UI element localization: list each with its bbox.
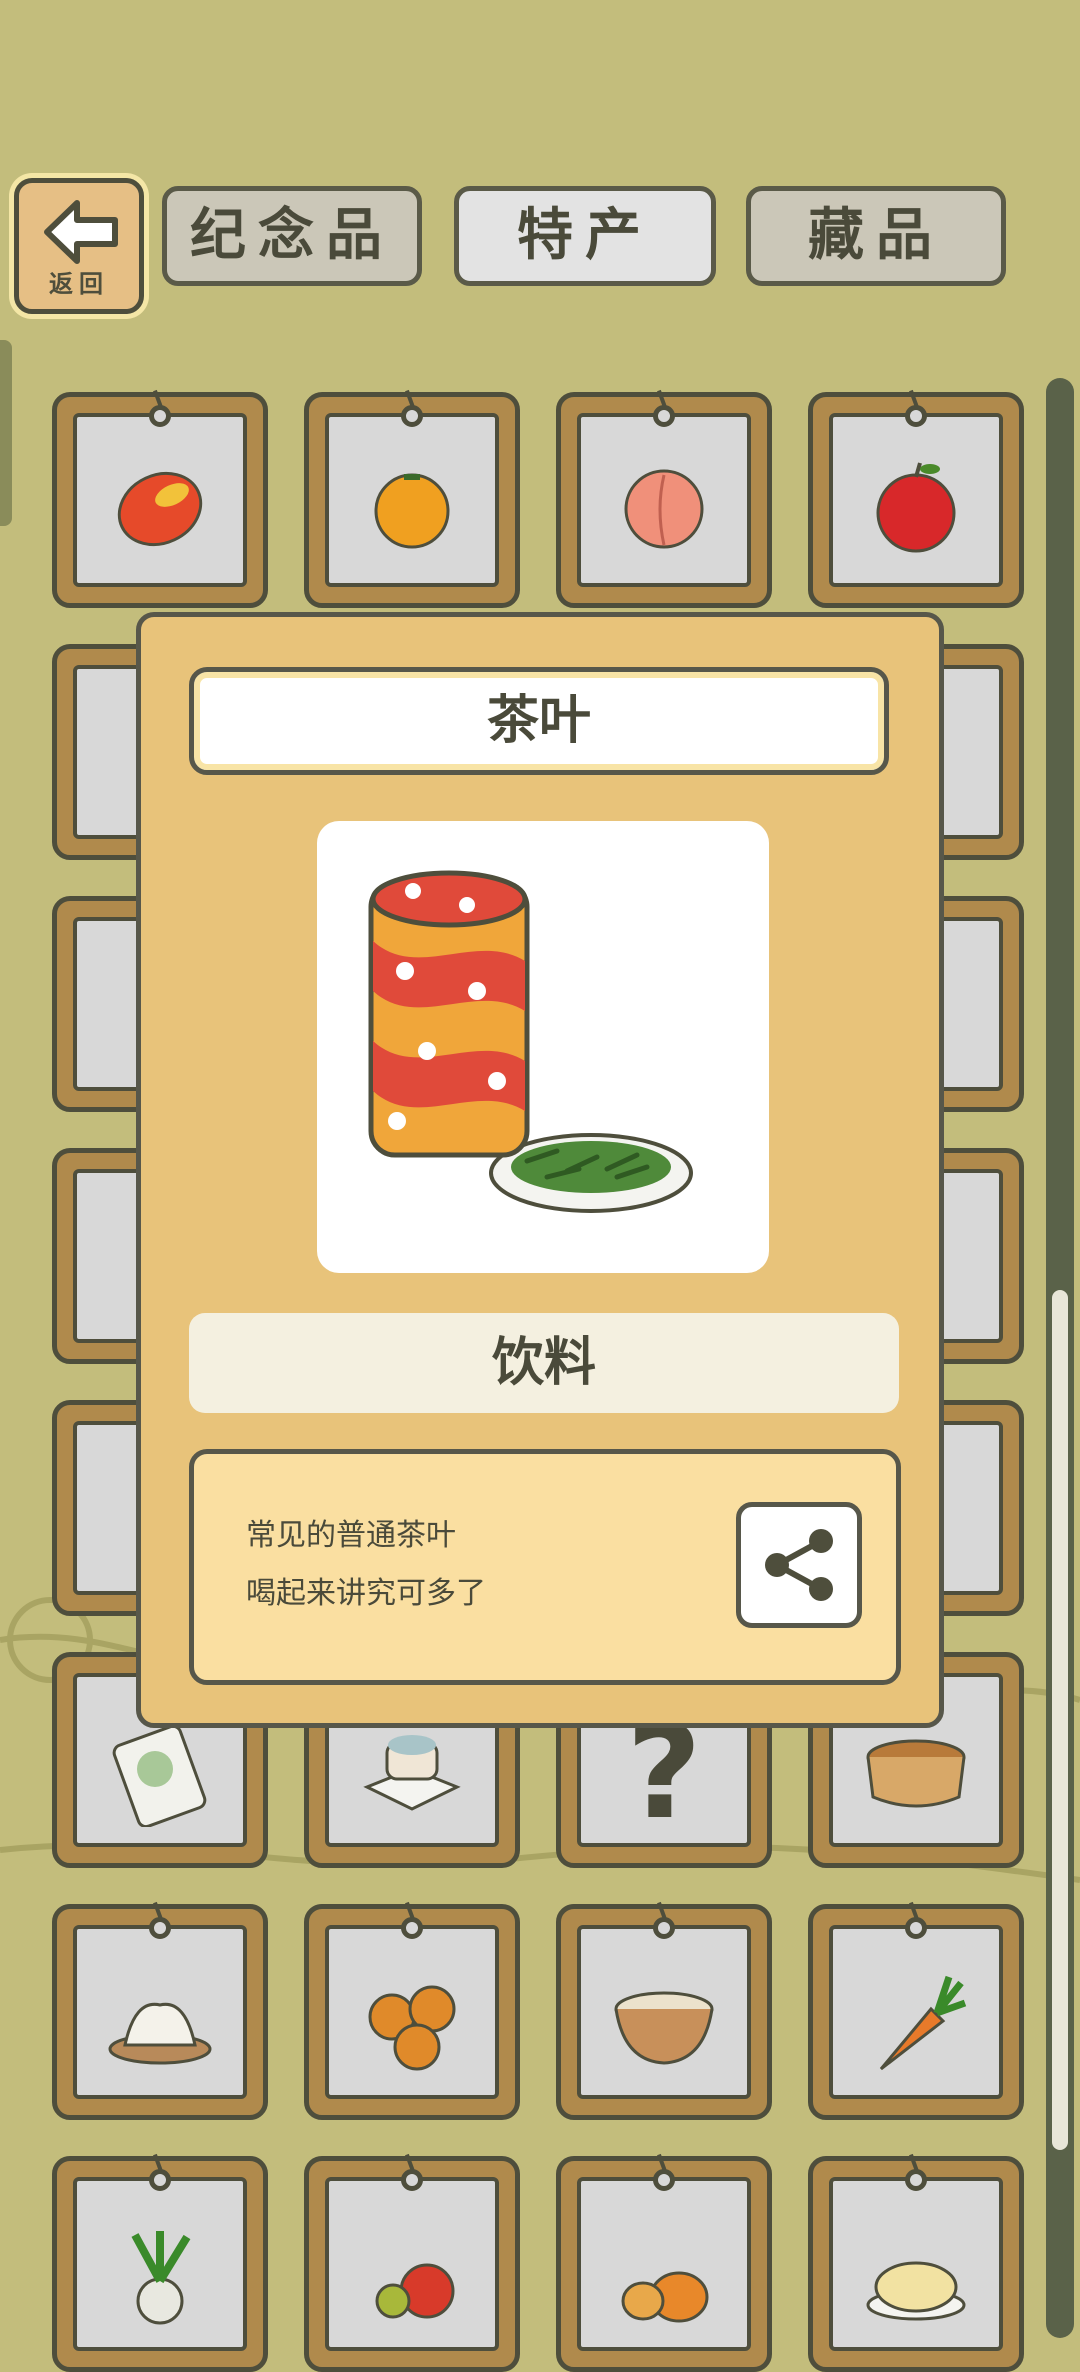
radish-icon [131,2231,191,2325]
grid-item[interactable] [52,1904,268,2120]
tab-specialties[interactable]: 特产 [454,186,716,286]
peach-icon [624,469,704,549]
egg-tarts-icon [368,1985,456,2071]
share-icon [765,1529,833,1601]
share-button[interactable] [736,1502,862,1628]
tea-can-and-leaves-image [368,870,693,1213]
grid-item[interactable] [808,1904,1024,2120]
back-button[interactable]: 返回 [14,178,144,314]
tab-collectibles[interactable]: 藏品 [746,186,1006,286]
cabbage-salad-icon [866,2261,966,2321]
orange-icon [374,473,450,549]
item-title: 茶叶 [189,667,889,775]
tomatoes-icon [375,2263,455,2319]
grid-item[interactable] [52,2156,268,2372]
item-category: 饮料 [189,1313,899,1413]
mochi-plate-icon [363,1735,461,1811]
porridge-bowl-icon [614,1991,714,2065]
back-arrow-icon [44,200,118,264]
grid-item[interactable] [808,2156,1024,2372]
grid-item[interactable] [556,392,772,608]
item-description-box: 常见的普通茶叶 喝起来讲究可多了 [189,1449,901,1685]
grid-item[interactable] [304,1904,520,2120]
grid-item[interactable] [304,2156,520,2372]
grid-item[interactable] [52,392,268,608]
left-drawer-handle[interactable] [0,340,12,526]
grid-item[interactable] [556,1904,772,2120]
dumplings-icon [108,2002,212,2065]
unknown-icon: ? [626,1696,702,1848]
carrot-icon [879,1975,967,2071]
grid-item[interactable] [556,2156,772,2372]
back-label: 返回 [49,270,109,298]
apple-icon [876,462,956,553]
scrollbar-thumb[interactable] [1052,1290,1068,2150]
mango-icon [117,471,203,547]
tab-souvenirs[interactable]: 纪念品 [162,186,422,286]
grid-item[interactable] [808,392,1024,608]
basket-icon [866,1739,966,1808]
rice-bag-icon [112,1724,207,1827]
pumpkins-icon [621,2271,709,2323]
item-detail-modal: 茶叶 饮料 常见的普通茶叶 喝起来讲究可多了 [136,612,944,1728]
description-line-1: 常见的普通茶叶 [246,1518,456,1553]
grid-item[interactable] [304,392,520,608]
description-line-2: 喝起来讲究可多了 [246,1576,486,1611]
item-image-frame [317,821,769,1273]
